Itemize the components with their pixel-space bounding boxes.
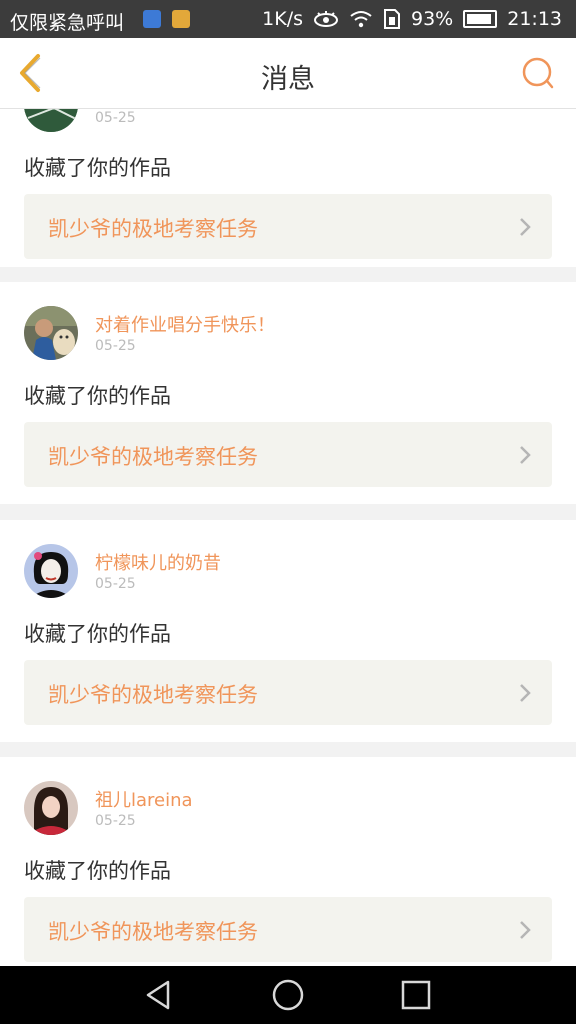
eye-icon: [314, 11, 338, 27]
system-nav-bar: [0, 966, 576, 1024]
message-list[interactable]: 05-25 收藏了你的作品 凯少爷的极地考察任务 对着作业唱分手快乐！ 05-2…: [0, 109, 576, 966]
work-title: 凯少爷的极地考察任务: [48, 920, 258, 944]
recents-square-icon[interactable]: [399, 978, 433, 1012]
message-date: 05-25: [95, 110, 136, 126]
avatar[interactable]: [24, 306, 78, 360]
work-link[interactable]: 凯少爷的极地考察任务: [24, 660, 552, 725]
battery-icon: [463, 10, 498, 28]
status-bar: 仅限紧急呼叫 1K/s 93% 21:13: [0, 0, 576, 38]
carrier-text: 仅限紧急呼叫: [10, 12, 125, 34]
avatar[interactable]: [24, 781, 78, 835]
username[interactable]: 对着作业唱分手快乐！: [95, 311, 275, 337]
username[interactable]: 柠檬味儿的奶昔: [95, 549, 221, 575]
message-card: 祖儿lareina 05-25 收藏了你的作品 凯少爷的极地考察任务: [0, 757, 576, 966]
message-card: 05-25 收藏了你的作品 凯少爷的极地考察任务: [0, 109, 576, 267]
work-title: 凯少爷的极地考察任务: [48, 683, 258, 707]
back-triangle-icon[interactable]: [142, 978, 176, 1012]
work-title: 凯少爷的极地考察任务: [48, 217, 258, 241]
wifi-icon: [350, 11, 372, 28]
message-date: 05-25: [95, 576, 136, 592]
home-circle-icon[interactable]: [271, 978, 305, 1012]
work-title: 凯少爷的极地考察任务: [48, 445, 258, 469]
network-speed: 1K/s: [262, 8, 303, 30]
search-button[interactable]: [520, 56, 556, 92]
header-bar: 消息: [0, 38, 576, 109]
work-link[interactable]: 凯少爷的极地考察任务: [24, 194, 552, 259]
message-date: 05-25: [95, 813, 136, 829]
chevron-right-icon: [520, 218, 531, 236]
chevron-right-icon: [520, 921, 531, 939]
page-title: 消息: [261, 64, 315, 95]
avatar[interactable]: [24, 544, 78, 598]
message-action-text: 收藏了你的作品: [24, 156, 171, 180]
message-card: 柠檬味儿的奶昔 05-25 收藏了你的作品 凯少爷的极地考察任务: [0, 520, 576, 742]
clock: 21:13: [507, 8, 562, 30]
search-icon: [522, 57, 554, 89]
avatar[interactable]: [24, 109, 78, 132]
message-action-text: 收藏了你的作品: [24, 384, 171, 408]
sim-icon: [384, 9, 400, 29]
battery-percent: 93%: [411, 8, 454, 30]
chevron-right-icon: [520, 684, 531, 702]
work-link[interactable]: 凯少爷的极地考察任务: [24, 422, 552, 487]
message-card: 对着作业唱分手快乐！ 05-25 收藏了你的作品 凯少爷的极地考察任务: [0, 282, 576, 504]
lock-app-icon: [172, 10, 190, 28]
message-action-text: 收藏了你的作品: [24, 622, 171, 646]
work-link[interactable]: 凯少爷的极地考察任务: [24, 897, 552, 962]
username[interactable]: 祖儿lareina: [95, 786, 193, 812]
chevron-right-icon: [520, 446, 531, 464]
hotspot-icon: [143, 10, 161, 28]
message-date: 05-25: [95, 338, 136, 354]
message-action-text: 收藏了你的作品: [24, 859, 171, 883]
